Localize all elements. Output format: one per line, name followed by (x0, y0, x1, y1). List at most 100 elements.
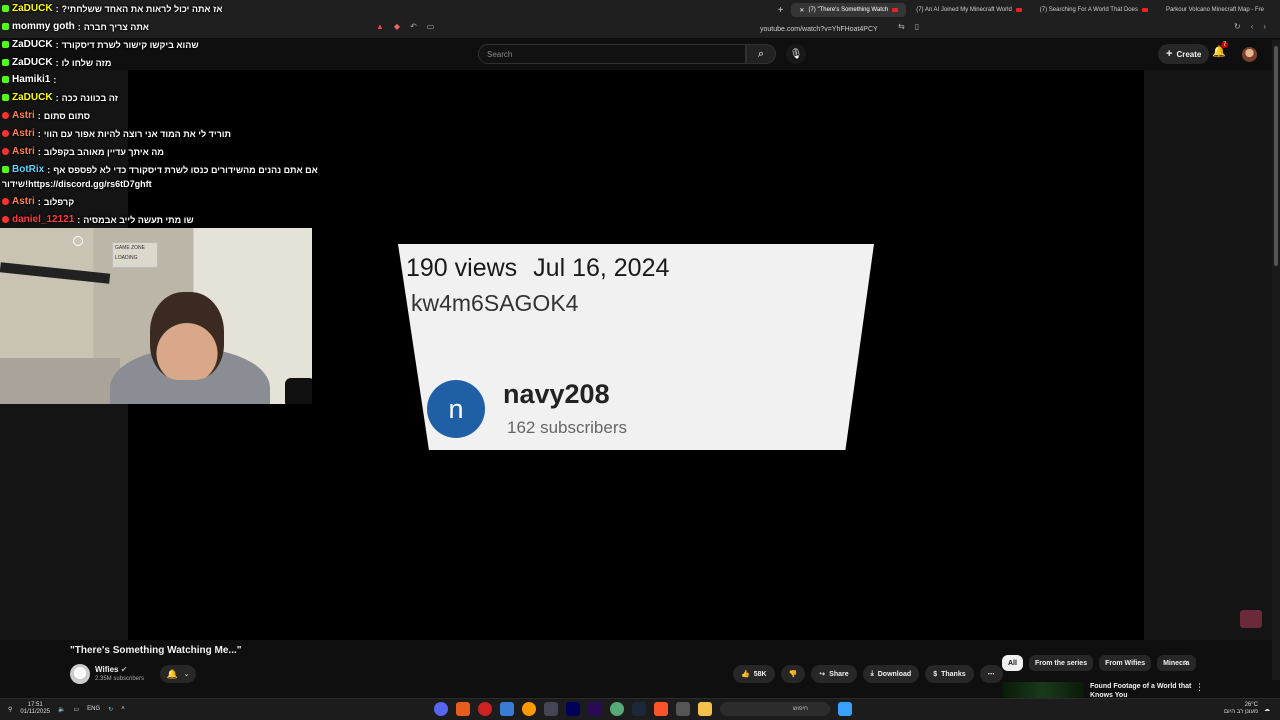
shield-icon[interactable]: ◆ (394, 22, 400, 31)
right-video-panel (1144, 70, 1272, 640)
chat-text: קרפלוב (43, 196, 75, 207)
channel-avatar[interactable] (70, 664, 90, 684)
chevron-right-icon[interactable]: › (1184, 657, 1187, 668)
weather-text: מעונן רב היום (1224, 709, 1258, 715)
chat-message: ZaDUCK: זה בכוונה ככה (2, 92, 118, 103)
new-tab-icon[interactable]: + (772, 5, 790, 16)
app-icon[interactable] (500, 702, 514, 716)
language-indicator[interactable]: ENG (87, 706, 100, 712)
chat-separator: : (55, 57, 59, 68)
chat-message: ZaDUCK: ?אז אתה יכול לראות את האחד ששלחתי (2, 3, 223, 14)
recording-icon (892, 8, 899, 12)
video-frame-card: 190 views Jul 16, 2024 kw4m6SAGOK4 n nav… (398, 244, 874, 450)
taskbar-clock[interactable]: 17:51 01/11/2025 (20, 702, 50, 716)
chat-separator: : (55, 92, 59, 103)
share-icon: ↪ (819, 671, 826, 678)
app-icon[interactable] (632, 702, 646, 716)
chat-badge-icon (2, 41, 9, 48)
brave-icon[interactable]: ▲ (376, 22, 384, 31)
more-vertical-icon[interactable]: ⋮ (1195, 682, 1204, 693)
dislike-button[interactable]: 👎 (780, 665, 806, 683)
display-icon[interactable]: ▭ (73, 706, 79, 713)
chat-badge-icon (2, 166, 9, 173)
taskbar-left: ⚲ 17:51 01/11/2025 🔈 ▭ ENG ↻ ˄ (8, 702, 125, 716)
app-icon[interactable] (544, 702, 558, 716)
webcam-overlay: GAME ZONE LOADING (0, 228, 312, 404)
sync-icon[interactable]: ↻ (108, 706, 113, 713)
app-icon[interactable] (456, 702, 470, 716)
tab-searching-world[interactable]: (7) Searching For A World That Does (1032, 3, 1156, 17)
tab-active[interactable]: ✕ (7) "There's Something Watch (791, 3, 907, 17)
chat-message: Astri: מה איתך עדיין מאוהב בקפלוב (2, 146, 164, 157)
user-avatar[interactable] (1242, 47, 1257, 62)
more-actions-button[interactable]: ⋯ (979, 665, 1003, 683)
wifi-icon[interactable]: ⚲ (8, 706, 12, 713)
chat-username: Astri (12, 146, 35, 157)
close-tab-icon[interactable]: ✕ (799, 7, 804, 14)
search-button[interactable]: ⌕ (746, 44, 776, 64)
channel-name-text: Wifies (95, 665, 119, 674)
chat-badge-icon (2, 76, 9, 83)
share-button[interactable]: ↪ Share (811, 665, 857, 683)
bell-icon: 🔔 (166, 668, 178, 679)
back-arrow-icon[interactable]: ‹ (1251, 22, 1254, 31)
chat-message: ZaDUCK: שהוא ביקשו קישור לשרת דיסקורד (2, 39, 199, 50)
app-icon[interactable] (610, 702, 624, 716)
plus-icon: + (1166, 48, 1173, 60)
app-icon[interactable] (522, 702, 536, 716)
bed (0, 358, 120, 404)
microphone-icon: 🎙 (789, 48, 803, 60)
tab-label: Parkour Volcano Minecraft Map - Fre (1165, 7, 1264, 13)
chat-separator: : (37, 146, 41, 157)
chip-all[interactable]: All (1002, 655, 1023, 671)
chat-username: BotRix (12, 164, 45, 175)
app-icon[interactable] (434, 702, 448, 716)
search-input[interactable]: Search (478, 44, 746, 64)
chat-username: ZaDUCK (12, 39, 53, 50)
create-button[interactable]: + Create (1158, 44, 1210, 64)
settings-icon[interactable]: ⇆ (898, 22, 905, 31)
download-label: Download (877, 670, 912, 678)
like-button[interactable]: 👍 58K (733, 665, 775, 683)
tab-ai-minecraft[interactable]: (7) An AI Joined My Minecraft World (908, 3, 1030, 17)
tab-parkour-volcano[interactable]: Parkour Volcano Minecraft Map - Fre (1158, 3, 1272, 17)
chat-message: BotRix: אם אתם נהנים מהשידורים כנסו לשרת … (2, 164, 318, 175)
windows-start-icon[interactable] (838, 702, 852, 716)
chat-text: אם אתם נהנים מהשידורים כנסו לשרת דיסקורד… (53, 164, 318, 175)
weather-icon: ☁ (1264, 706, 1270, 713)
chat-text: מה איתך עדיין מאוהב בקפלוב (43, 146, 164, 157)
back-icon[interactable]: ↶ (410, 22, 417, 31)
taskbar-search[interactable]: חיפוש (720, 702, 830, 716)
scrollbar-thumb[interactable] (1274, 46, 1278, 266)
chevron-up-icon[interactable]: ˄ (121, 706, 125, 712)
volume-icon[interactable]: 🔈 (58, 706, 65, 713)
channel-name[interactable]: Wifies ✔ (95, 665, 127, 674)
thanks-button[interactable]: $ Thanks (925, 665, 974, 683)
chip-minecraft[interactable]: Minecra (1157, 655, 1196, 671)
app-icon[interactable] (676, 702, 690, 716)
weather-widget[interactable]: 26°C מעונן רב היום (1224, 702, 1258, 716)
chat-badge-icon (2, 94, 9, 101)
app-icon[interactable] (566, 702, 580, 716)
app-icon[interactable] (478, 702, 492, 716)
create-label: Create (1176, 49, 1202, 59)
download-button[interactable]: ⤓ Download (862, 665, 920, 683)
recommendation-chips: All From the series From Wifies Minecra (1002, 655, 1196, 671)
reload-icon[interactable]: ↻ (1234, 22, 1241, 31)
subscription-bell-button[interactable]: 🔔 ⌄ (160, 665, 196, 683)
chip-from-the-series[interactable]: From the series (1028, 655, 1094, 671)
folder-icon[interactable] (698, 702, 712, 716)
app-icon[interactable] (654, 702, 668, 716)
chip-from-wifies[interactable]: From Wifies (1099, 655, 1152, 671)
chat-separator: : (55, 39, 59, 50)
app-icon[interactable] (588, 702, 602, 716)
chat-text: מזה שלחו לו (61, 57, 112, 68)
notification-count-badge: 7 (1221, 42, 1229, 48)
chat-text: שו מתי תעשה לייב אבמסיה (83, 214, 194, 225)
forward-arrow-icon[interactable]: › (1263, 22, 1266, 31)
channel-watermark[interactable] (1240, 610, 1262, 628)
voice-search-button[interactable]: 🎙 (786, 44, 806, 64)
bookmark-icon[interactable]: ▯ (915, 22, 919, 31)
tab-view-icon[interactable]: ▭ (427, 22, 435, 31)
recommended-thumbnail[interactable] (1002, 682, 1084, 698)
